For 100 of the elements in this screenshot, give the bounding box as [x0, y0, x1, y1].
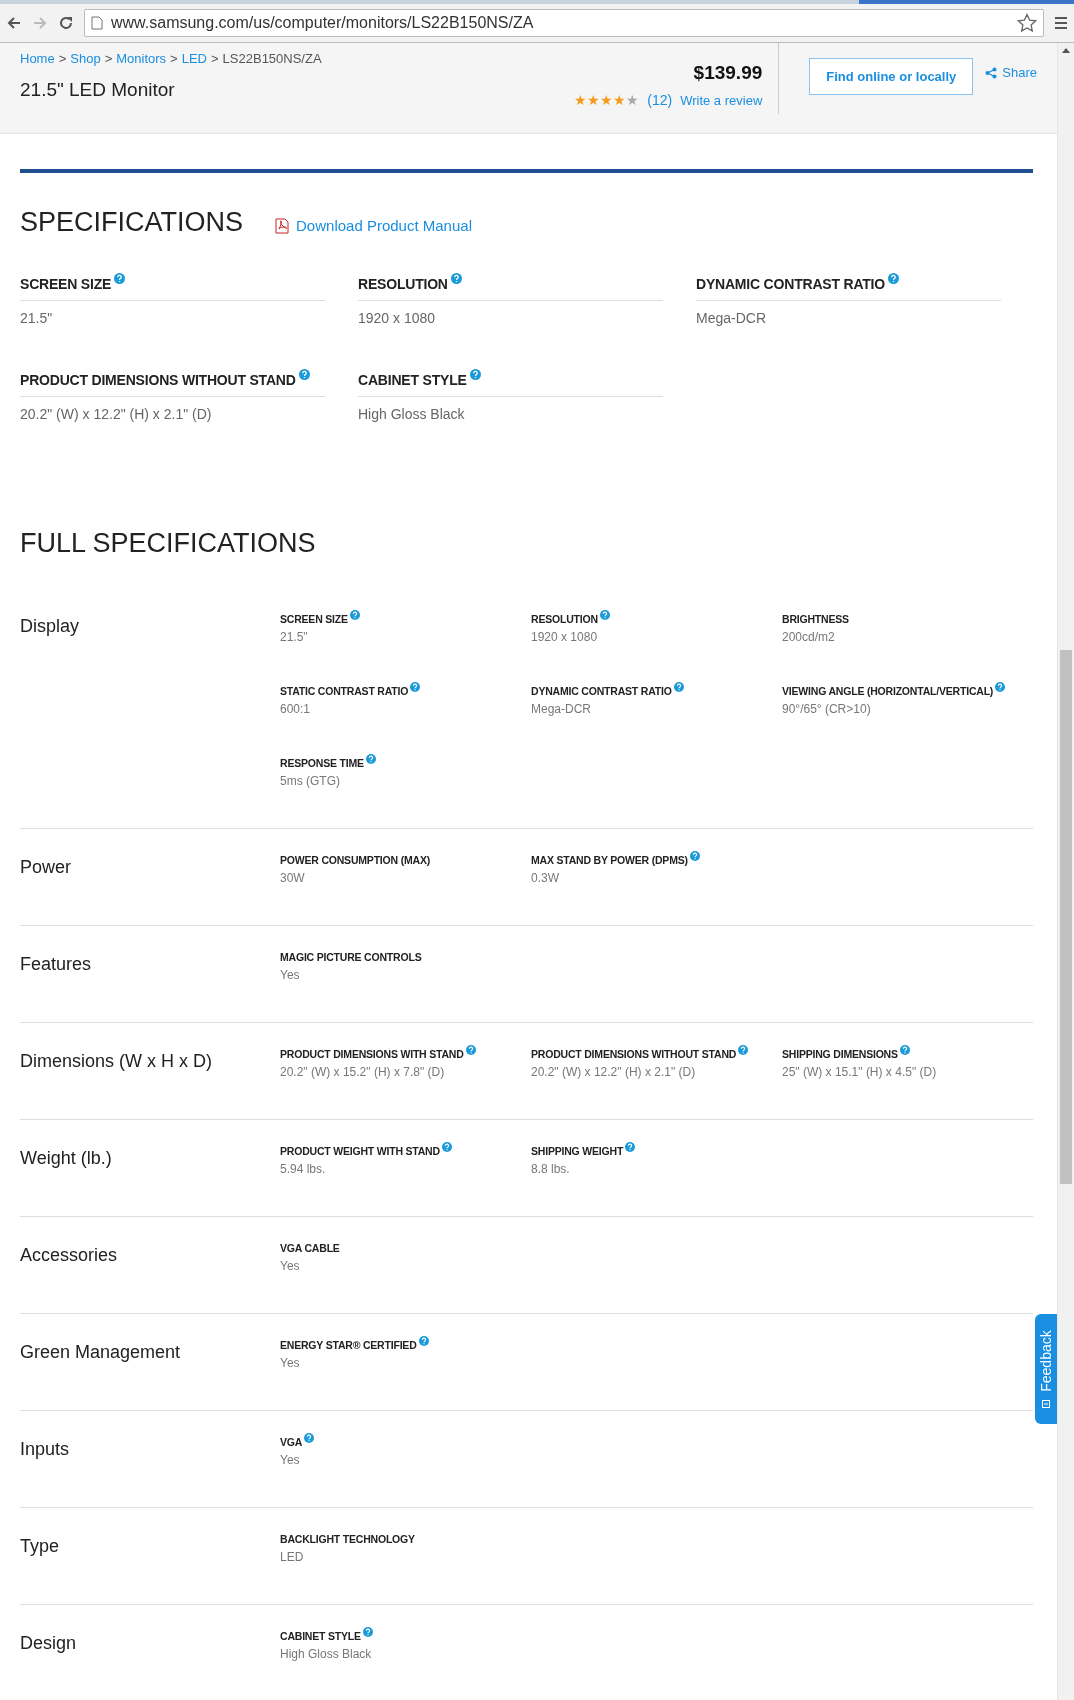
category-label: Features	[20, 953, 93, 976]
spec-value: 0.3W	[531, 871, 560, 885]
spec-label: MAGIC PICTURE CONTROLS	[280, 951, 422, 963]
page-icon	[91, 16, 103, 30]
spec-label: VGA	[280, 1436, 303, 1448]
spec-value: 5.94 lbs.	[280, 1162, 327, 1176]
back-icon[interactable]	[6, 15, 22, 31]
spec-value: 20.2" (W) x 15.2" (H) x 7.8" (D)	[280, 1065, 446, 1079]
spec-label: RESOLUTION	[531, 613, 598, 625]
help-icon[interactable]	[689, 851, 700, 861]
address-bar[interactable]: www.samsung.com/us/computer/monitors/LS22B150NS/ZA	[84, 9, 1044, 37]
spec-value: 20.2" (W) x 12.2" (H) x 2.1" (D)	[531, 1065, 697, 1079]
section-heading: FULL SPECIFICATIONS	[20, 528, 317, 559]
scroll-up-icon[interactable]	[1062, 47, 1070, 53]
help-icon[interactable]	[995, 682, 1006, 692]
category-label: Design	[20, 1632, 78, 1655]
help-icon[interactable]	[362, 1627, 373, 1637]
spec-value: 90°/65° (CR>10)	[782, 702, 872, 716]
breadcrumb-separator: >	[58, 51, 67, 66]
help-icon[interactable]	[625, 1142, 636, 1152]
share-link[interactable]: Share	[985, 65, 1037, 80]
help-icon[interactable]	[738, 1045, 749, 1055]
review-count[interactable]: (12)	[647, 92, 673, 108]
spec-label: VIEWING ANGLE (HORIZONTAL/VERTICAL)	[782, 685, 994, 697]
help-icon[interactable]	[673, 682, 684, 692]
scrollbar[interactable]	[1057, 43, 1074, 1700]
category-label: Dimensions (W x H x D)	[20, 1050, 213, 1073]
spec-label: PRODUCT DIMENSIONS WITH STAND	[280, 1048, 464, 1060]
spec-label: POWER CONSUMPTION (MAX)	[280, 854, 430, 866]
help-icon[interactable]	[899, 1045, 910, 1055]
spec-label: RESOLUTION	[358, 276, 448, 292]
breadcrumb-separator: >	[170, 51, 178, 66]
reload-icon[interactable]	[58, 15, 74, 31]
spec-value: 1920 x 1080	[358, 310, 437, 326]
spec-value: 8.8 lbs.	[531, 1162, 571, 1176]
breadcrumb-separator: >	[211, 51, 219, 66]
spec-label: SCREEN SIZE	[20, 276, 112, 292]
category-label: Display	[20, 615, 81, 638]
spec-value: High Gloss Black	[358, 406, 466, 422]
help-icon[interactable]	[599, 610, 610, 620]
spec-value: Yes	[280, 1259, 301, 1273]
feedback-tab[interactable]: Feedback	[1035, 1314, 1057, 1424]
help-icon[interactable]	[441, 1142, 452, 1152]
help-icon[interactable]	[298, 369, 310, 380]
write-review-link[interactable]: Write a review	[680, 92, 763, 108]
star-icon: ★	[600, 92, 614, 108]
spec-value: High Gloss Black	[280, 1647, 373, 1661]
help-icon[interactable]	[304, 1433, 315, 1443]
spec-value: 21.5"	[280, 630, 309, 644]
star-icon: ★	[626, 92, 640, 108]
breadcrumb-link[interactable]: Shop	[70, 51, 101, 66]
breadcrumb-current: LS22B150NS/ZA	[222, 51, 322, 66]
help-icon[interactable]	[469, 369, 481, 380]
section-heading: SPECIFICATIONS	[20, 207, 244, 238]
category-label: Inputs	[20, 1438, 71, 1461]
help-icon[interactable]	[410, 682, 421, 692]
help-icon[interactable]	[365, 754, 376, 764]
help-icon[interactable]	[418, 1336, 429, 1346]
download-manual-link[interactable]: Download Product Manual	[275, 217, 472, 234]
menu-icon[interactable]	[1054, 16, 1068, 30]
spec-value: Yes	[280, 968, 301, 982]
breadcrumb-link[interactable]: Monitors	[116, 51, 167, 66]
star-icon: ★	[613, 92, 627, 108]
help-icon[interactable]	[888, 273, 899, 284]
scrollbar-thumb[interactable]	[1060, 650, 1072, 1184]
pdf-icon	[275, 217, 290, 234]
spec-label: SCREEN SIZE	[280, 613, 348, 625]
spec-label: PRODUCT DIMENSIONS WITHOUT STAND	[531, 1048, 737, 1060]
bookmark-star-icon[interactable]	[1017, 13, 1037, 33]
breadcrumb-link[interactable]: LED	[181, 51, 207, 66]
spec-value: 5ms (GTG)	[280, 774, 341, 788]
square-icon	[1042, 1399, 1050, 1408]
spec-value: LED	[280, 1550, 305, 1564]
spec-label: PRODUCT DIMENSIONS WITHOUT STAND	[20, 372, 296, 388]
spec-label: BRIGHTNESS	[782, 613, 849, 625]
spec-value: Yes	[280, 1453, 301, 1467]
find-online-button[interactable]: Find online or locally	[809, 58, 974, 95]
help-icon[interactable]	[450, 273, 462, 284]
category-label: Accessories	[20, 1244, 119, 1267]
forward-icon[interactable]	[32, 15, 48, 31]
spec-value: 600:1	[280, 702, 312, 716]
spec-label: STATIC CONTRAST RATIO	[280, 685, 409, 697]
spec-value: 200cd/m2	[782, 630, 836, 644]
spec-value: Mega-DCR	[696, 310, 767, 326]
help-icon[interactable]	[349, 610, 360, 620]
breadcrumb-link[interactable]: Home	[20, 51, 55, 66]
spec-label: RESPONSE TIME	[280, 757, 364, 769]
help-icon[interactable]	[114, 273, 126, 284]
spec-value: Mega-DCR	[531, 702, 592, 716]
spec-value: 25" (W) x 15.1" (H) x 4.5" (D)	[782, 1065, 938, 1079]
star-icon: ★	[587, 92, 601, 108]
category-label: Type	[20, 1535, 61, 1558]
category-label: Weight (lb.)	[20, 1147, 113, 1170]
spec-label: SHIPPING WEIGHT	[531, 1145, 624, 1157]
category-label: Power	[20, 856, 73, 879]
spec-label: SHIPPING DIMENSIONS	[782, 1048, 898, 1060]
help-icon[interactable]	[465, 1045, 476, 1055]
spec-label: VGA CABLE	[280, 1242, 340, 1254]
spec-value: 30W	[280, 871, 306, 885]
price: $139.99	[693, 62, 763, 84]
